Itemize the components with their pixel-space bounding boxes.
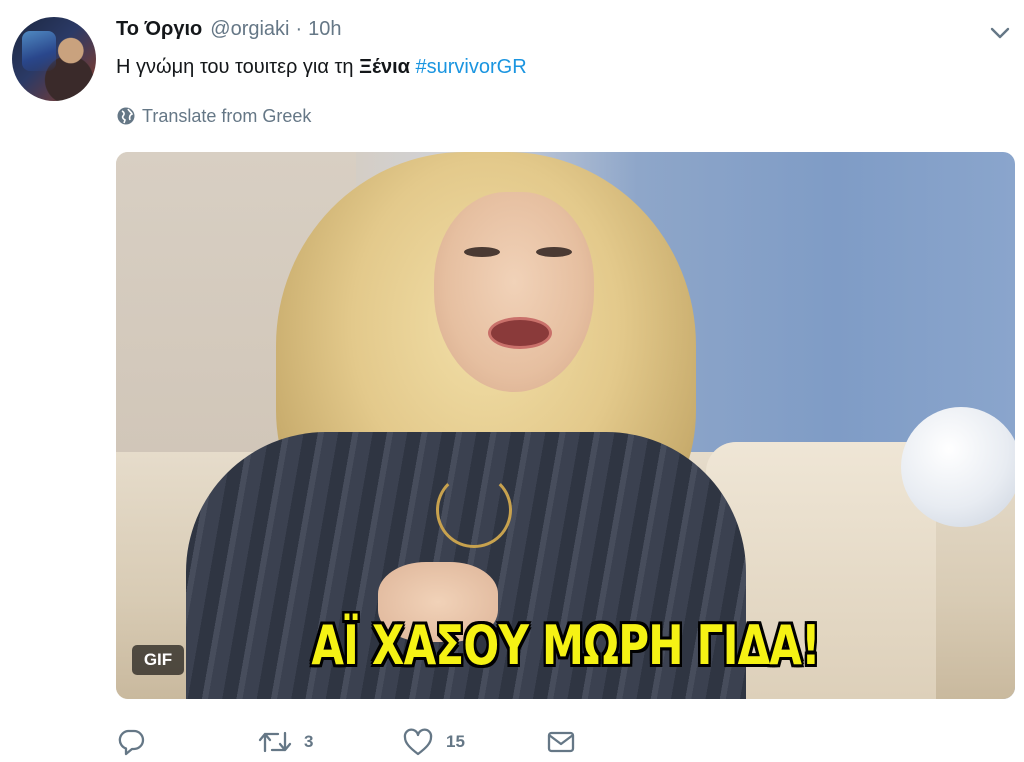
timestamp[interactable]: 10h (308, 18, 341, 41)
like-button[interactable]: 15 (402, 725, 465, 759)
media-person-necklace (436, 472, 512, 548)
media-person-eye (464, 247, 500, 257)
gif-media[interactable]: ΑΪ ΧΑΣΟΥ ΜΩΡΗ ΓΙΔΑ! GIF (116, 152, 1015, 699)
tweet-text-plain: Η γνώμη του τουιτερ για τη (116, 56, 360, 78)
tweet: Το Όργιο @orgiaki · 10h Η γνώμη του τουι… (0, 0, 1024, 762)
avatar-image (22, 31, 56, 71)
avatar[interactable] (12, 17, 96, 101)
tweet-text-bold: Ξένια (359, 56, 410, 78)
author-handle[interactable]: @orgiaki (210, 18, 289, 41)
direct-message-button[interactable] (546, 725, 576, 759)
globe-icon (117, 107, 135, 125)
hashtag-link[interactable]: #survivorGR (416, 56, 527, 78)
like-count: 15 (446, 732, 465, 751)
envelope-icon (547, 731, 575, 753)
reply-icon (118, 729, 145, 756)
author-name[interactable]: Το Όργιο (116, 18, 202, 41)
more-options-button[interactable] (986, 22, 1014, 44)
chevron-down-icon (990, 27, 1010, 39)
translate-label: Translate from Greek (142, 105, 312, 126)
translate-link[interactable]: Translate from Greek (116, 104, 311, 128)
retweet-icon (258, 731, 292, 753)
media-person-face (434, 192, 594, 392)
reply-button[interactable] (116, 725, 158, 759)
header-separator: · (295, 18, 303, 40)
media-lamp (901, 407, 1015, 527)
tweet-header: Το Όργιο @orgiaki · 10h (116, 18, 342, 46)
gif-caption: ΑΪ ΧΑΣΟΥ ΜΩΡΗ ΓΙΔΑ! (311, 614, 820, 677)
media-person-mouth (488, 317, 552, 349)
retweet-count: 3 (304, 732, 314, 751)
media-person-eye (536, 247, 572, 257)
tweet-text: Η γνώμη του τουιτερ για τη Ξένια #surviv… (116, 56, 527, 79)
heart-icon (403, 728, 433, 756)
gif-badge: GIF (132, 645, 184, 675)
retweet-button[interactable]: 3 (258, 725, 313, 759)
